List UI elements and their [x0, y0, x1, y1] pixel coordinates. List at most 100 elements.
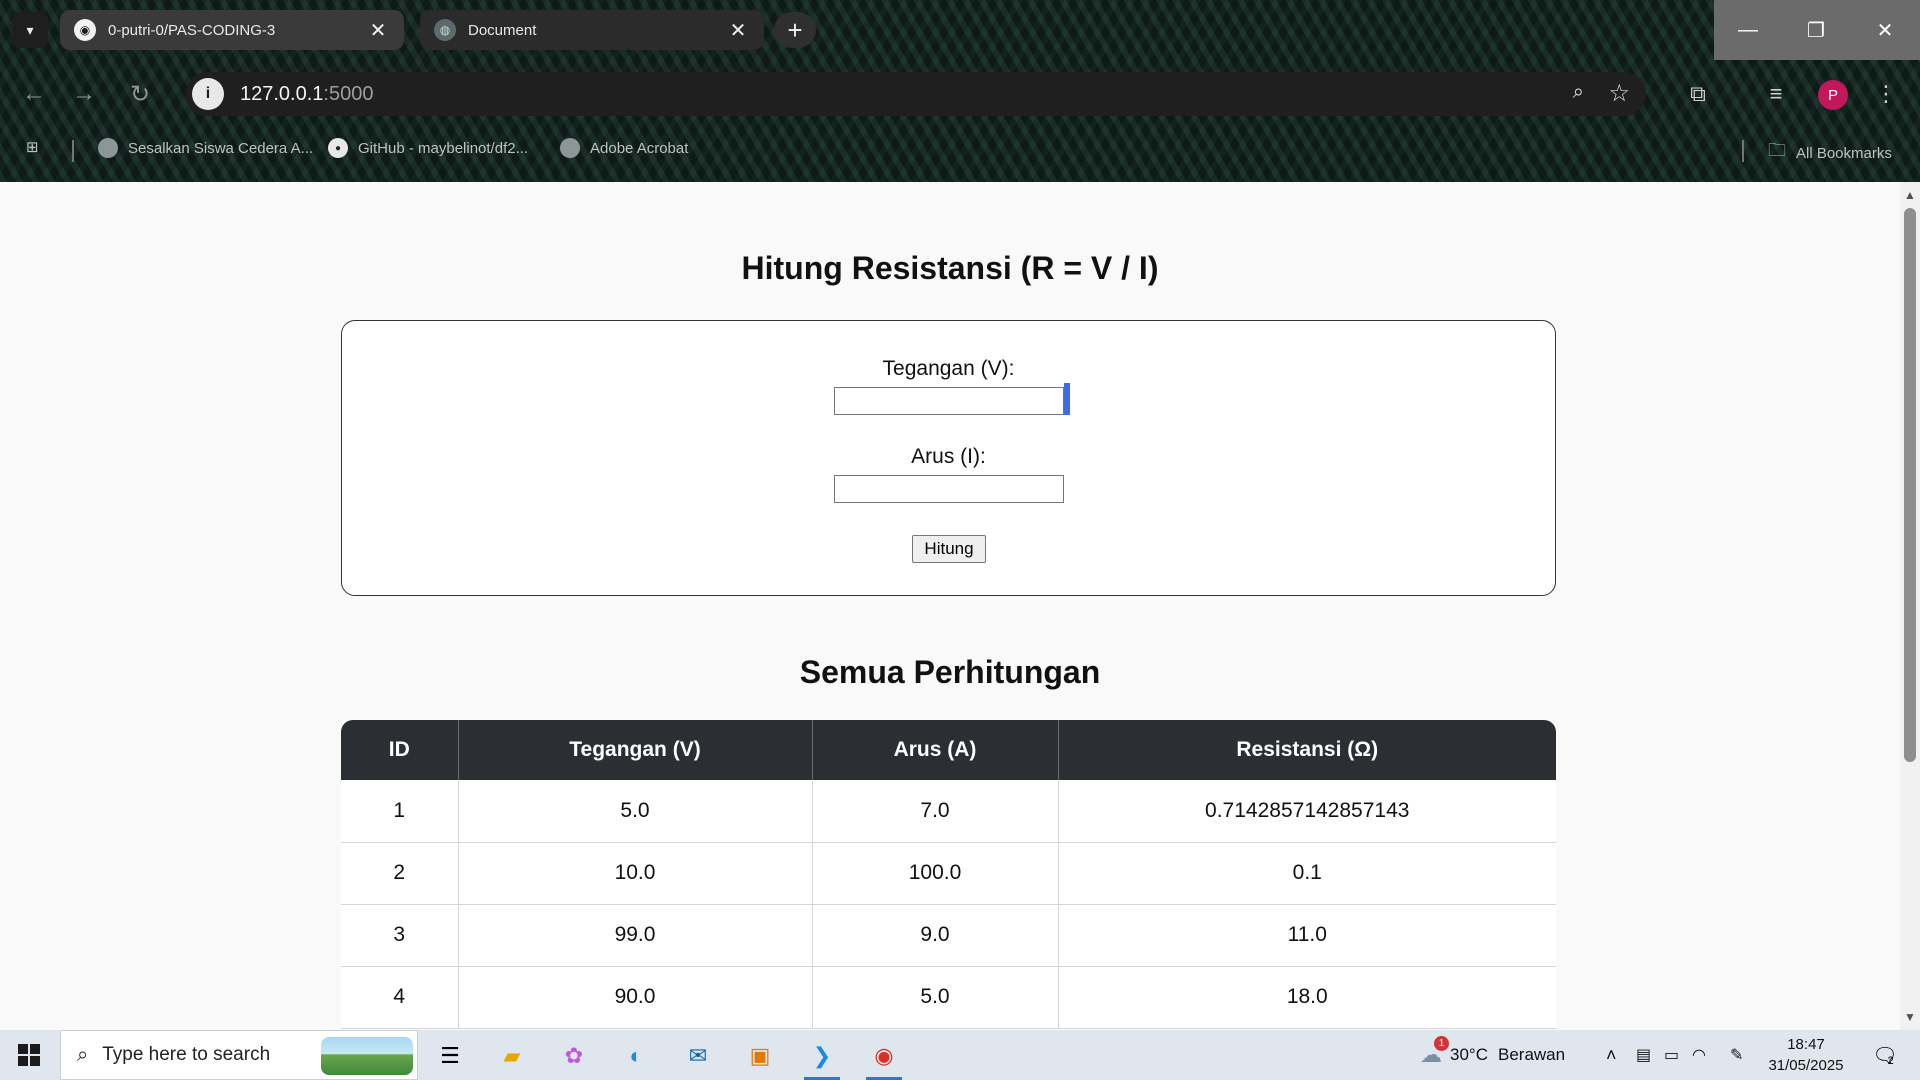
site-info-icon[interactable]: i [192, 78, 224, 110]
results-table: ID Tegangan (V) Arus (A) Resistansi (Ω) … [341, 720, 1556, 1029]
globe-icon: ◍ [434, 19, 456, 41]
zoom-icon[interactable]: ⌕ [1573, 81, 1584, 104]
bookmark-item[interactable]: Sesalkan Siswa Cedera A... [98, 138, 313, 158]
copilot-icon[interactable]: ✿ [548, 1036, 600, 1076]
close-icon[interactable]: ✕ [366, 18, 390, 43]
github-icon: ◉ [74, 19, 96, 41]
system-clock[interactable]: 18:47 31/05/2025 [1764, 1034, 1848, 1076]
vscode-icon[interactable]: ❯ [796, 1036, 848, 1080]
weather-widget[interactable]: ☁ 1 30°C Berawan [1420, 1030, 1565, 1080]
table-row: 3 99.0 9.0 11.0 [341, 904, 1556, 967]
taskbar-search[interactable]: ⌕ Type here to search [60, 1030, 418, 1080]
profile-avatar[interactable]: P [1818, 80, 1848, 110]
bookmark-item[interactable]: Adobe Acrobat [560, 138, 688, 158]
table-row: 2 10.0 100.0 0.1 [341, 842, 1556, 905]
start-button[interactable] [0, 1030, 58, 1080]
cell-resistance: 0.7142857142857143 [1058, 780, 1556, 843]
forward-arrow-icon[interactable]: → [66, 76, 102, 112]
scroll-down-arrow-icon[interactable]: ▼ [1904, 1010, 1916, 1024]
cell-resistance: 11.0 [1058, 904, 1556, 967]
column-header-voltage: Tegangan (V) [458, 720, 813, 780]
outlook-icon[interactable]: ✉ [672, 1036, 724, 1076]
cell-id: 1 [341, 780, 459, 843]
tray-app-icon[interactable]: ▤ [1636, 1030, 1651, 1080]
cell-voltage: 10.0 [458, 842, 813, 905]
address-bar[interactable]: i 127.0.0.1:5000 ⌕ ☆ [186, 72, 1646, 116]
cell-resistance: 0.1 [1058, 842, 1556, 905]
cell-voltage: 5.0 [458, 780, 813, 843]
close-icon[interactable]: ✕ [726, 18, 750, 43]
url-host: 127.0.0.1 [240, 82, 324, 105]
url-port: :5000 [323, 82, 374, 105]
scroll-up-arrow-icon[interactable]: ▲ [1904, 188, 1916, 202]
cell-resistance: 18.0 [1058, 966, 1556, 1029]
bookmark-label: Adobe Acrobat [590, 139, 689, 157]
notification-count: 2 [1887, 1055, 1894, 1067]
column-header-resistance: Resistansi (Ω) [1058, 720, 1556, 780]
tray-display-icon[interactable]: ▭ [1664, 1030, 1679, 1080]
cell-id: 4 [341, 966, 459, 1029]
edge-icon[interactable]: ◐ [610, 1036, 662, 1076]
tab-document[interactable]: ◍ Document ✕ [420, 10, 764, 50]
tab-active[interactable]: ◉ 0-putri-0/PAS-CODING-3 ✕ [60, 10, 404, 50]
tab-strip: ▾ ◉ 0-putri-0/PAS-CODING-3 ✕ ◍ Document … [0, 0, 1920, 60]
search-icon: ⌕ [77, 1043, 89, 1066]
bookmark-star-icon[interactable]: ☆ [1608, 79, 1630, 108]
browser-toolbar: ← → ↻ i 127.0.0.1:5000 ⌕ ☆ ⧉ ≡ P ⋮ [0, 68, 1920, 120]
kebab-menu-icon[interactable]: ⋮ [1870, 78, 1902, 110]
scrollbar-thumb[interactable] [1904, 208, 1916, 762]
reload-icon[interactable]: ↻ [122, 76, 158, 112]
bookmark-label: GitHub - maybelinot/df2... [358, 139, 529, 157]
extensions-puzzle-icon[interactable]: ⧉ [1682, 78, 1714, 110]
weather-temperature: 30°C [1450, 1045, 1488, 1064]
pen-icon[interactable]: ✎ [1730, 1030, 1743, 1080]
restore-icon[interactable]: ❐ [1782, 0, 1850, 60]
table-row: 1 5.0 7.0 0.7142857142857143 [341, 780, 1556, 843]
clock-date: 31/05/2025 [1768, 1057, 1844, 1074]
apps-grid-icon[interactable]: ⊞ [26, 138, 39, 156]
window-close-icon[interactable]: ✕ [1850, 0, 1920, 60]
results-title: Semua Perhitungan [799, 654, 1101, 690]
page-scrollbar[interactable]: ▲ ▼ [1900, 182, 1920, 1030]
resistance-form: Tegangan (V): Arus (I): Hitung [341, 320, 1556, 596]
cloud-weather-icon: ☁ 1 [1420, 1036, 1449, 1068]
github-icon: ● [328, 138, 348, 158]
bookmarks-bar: ⊞ Sesalkan Siswa Cedera A... ● GitHub - … [0, 132, 1920, 168]
voltage-input[interactable] [834, 387, 1064, 415]
wifi-icon[interactable]: ◠ [1692, 1030, 1706, 1080]
tray-overflow-chevron-icon[interactable]: ˄ [1606, 1030, 1617, 1080]
bookmark-label: Sesalkan Siswa Cedera A... [128, 139, 314, 157]
windows-logo-icon [18, 1044, 40, 1066]
sublime-text-icon[interactable]: ▣ [734, 1036, 786, 1076]
all-bookmarks-button[interactable]: 🗀 All Bookmarks [1768, 138, 1892, 168]
tab-title: Document [468, 21, 537, 39]
hitung-button[interactable]: Hitung [912, 535, 986, 563]
browser-chrome: ▾ ◉ 0-putri-0/PAS-CODING-3 ✕ ◍ Document … [0, 0, 1920, 182]
page-title: Hitung Resistansi (R = V / I) [741, 250, 1159, 286]
notification-center-icon[interactable]: 🗨 2 [1868, 1040, 1898, 1070]
minimize-icon[interactable]: — [1714, 0, 1782, 60]
cell-voltage: 99.0 [458, 904, 813, 967]
page-viewport: Hitung Resistansi (R = V / I) Tegangan (… [0, 182, 1900, 1030]
tab-search-chevron-icon[interactable]: ▾ [12, 12, 48, 48]
new-tab-button[interactable]: + [774, 12, 816, 48]
globe-icon [98, 138, 118, 158]
cell-current: 9.0 [812, 904, 1059, 967]
media-queue-icon[interactable]: ≡ [1760, 78, 1792, 110]
chrome-icon[interactable]: ◉ [858, 1036, 910, 1080]
column-header-id: ID [341, 720, 459, 780]
current-input[interactable] [834, 475, 1064, 503]
search-placeholder: Type here to search [102, 1044, 271, 1065]
bookmarks-separator [1742, 140, 1744, 162]
clock-time: 18:47 [1787, 1036, 1825, 1053]
current-label: Arus (I): [911, 445, 986, 468]
weather-condition: Berawan [1497, 1045, 1566, 1064]
weather-alert-badge: 1 [1434, 1036, 1449, 1051]
file-explorer-icon[interactable]: ▰ [486, 1036, 538, 1076]
task-view-icon[interactable]: ☰ [424, 1036, 476, 1076]
bookmark-item[interactable]: ● GitHub - maybelinot/df2... [328, 138, 528, 158]
cell-voltage: 90.0 [458, 966, 813, 1029]
back-arrow-icon[interactable]: ← [16, 76, 52, 112]
cell-id: 3 [341, 904, 459, 967]
cell-current: 5.0 [812, 966, 1059, 1029]
